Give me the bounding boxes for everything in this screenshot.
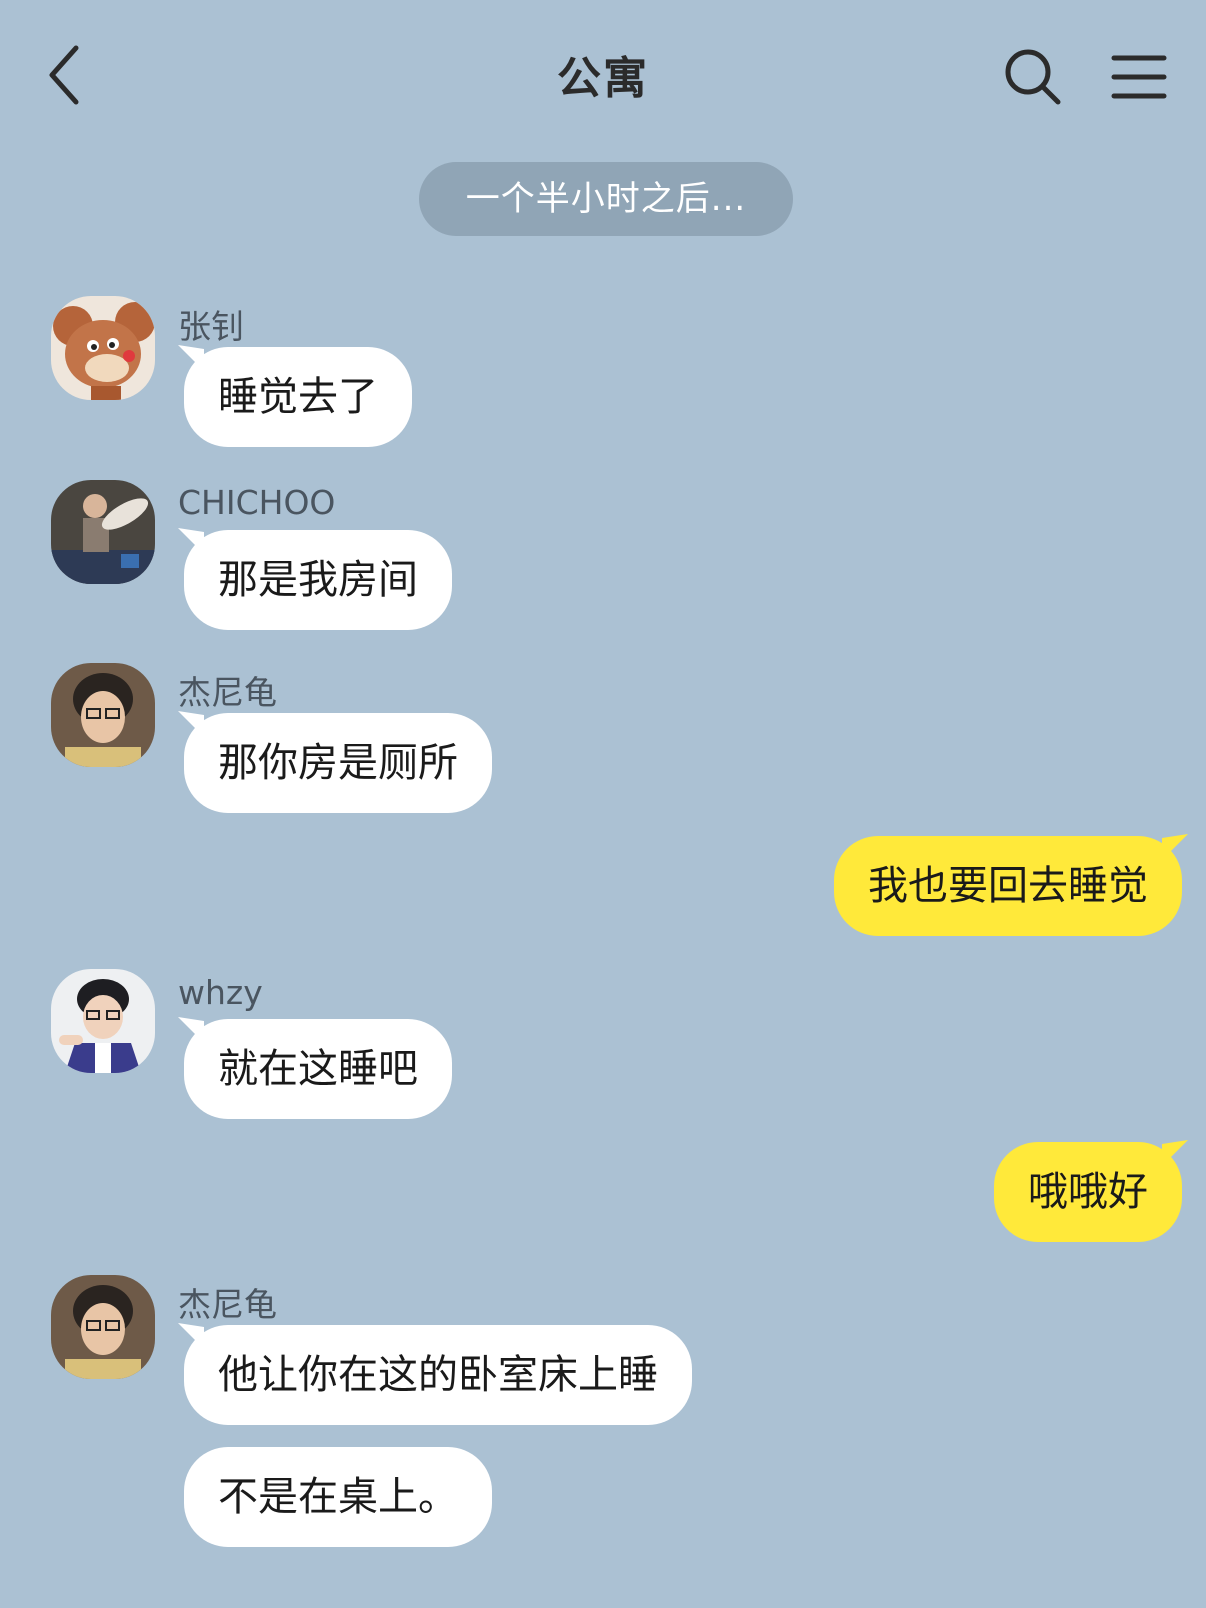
bubble-tail-icon [1162,834,1188,860]
avatar[interactable] [51,296,155,400]
cartoon-mouse-avatar-icon [51,296,155,400]
incoming-message-bubble[interactable]: 那你房是厕所 [178,711,492,813]
user-photo-avatar-icon [51,969,155,1073]
message-text: 那你房是厕所 [218,740,458,786]
incoming-message-bubble[interactable]: 睡觉去了 [178,345,412,447]
user-photo-avatar-icon [51,480,155,584]
incoming-message-bubble[interactable]: 他让你在这的卧室床上睡 [178,1323,692,1425]
avatar[interactable] [51,969,155,1073]
user-photo-avatar-icon [51,1275,155,1379]
message-text: 哦哦好 [1028,1169,1148,1215]
avatar[interactable] [51,1275,155,1379]
sender-name: 杰尼龟 [178,673,277,712]
bubble-tail-icon [178,1323,204,1349]
message-text: 睡觉去了 [218,374,378,420]
user-photo-avatar-icon [51,663,155,767]
incoming-message-bubble[interactable]: 那是我房间 [178,528,452,630]
sender-name: whzy [178,973,263,1012]
hamburger-menu-icon [1111,55,1167,99]
chat-header: 公寓 [0,0,1206,150]
sender-name: CHICHOO [178,483,336,522]
menu-button[interactable] [1110,50,1168,104]
sender-name: 张钊 [178,307,244,346]
search-button[interactable] [1000,44,1066,110]
outgoing-message-bubble[interactable]: 我也要回去睡觉 [834,834,1188,936]
search-icon [1005,49,1061,105]
message-text: 我也要回去睡觉 [868,863,1148,909]
incoming-message-bubble[interactable]: 不是在桌上。 [184,1447,492,1547]
time-divider: 一个半小时之后... [419,162,793,236]
bubble-tail-icon [1162,1140,1188,1166]
message-text: 他让你在这的卧室床上睡 [218,1352,658,1398]
bubble-tail-icon [178,711,204,737]
message-text: 就在这睡吧 [218,1046,418,1092]
message-text: 那是我房间 [218,557,418,603]
outgoing-message-bubble[interactable]: 哦哦好 [994,1140,1188,1242]
avatar[interactable] [51,663,155,767]
message-text: 不是在桌上。 [218,1474,458,1520]
avatar[interactable] [51,480,155,584]
bubble-tail-icon [178,345,204,371]
bubble-tail-icon [178,528,204,554]
incoming-message-bubble[interactable]: 就在这睡吧 [178,1017,452,1119]
sender-name: 杰尼龟 [178,1285,277,1324]
bubble-tail-icon [178,1017,204,1043]
